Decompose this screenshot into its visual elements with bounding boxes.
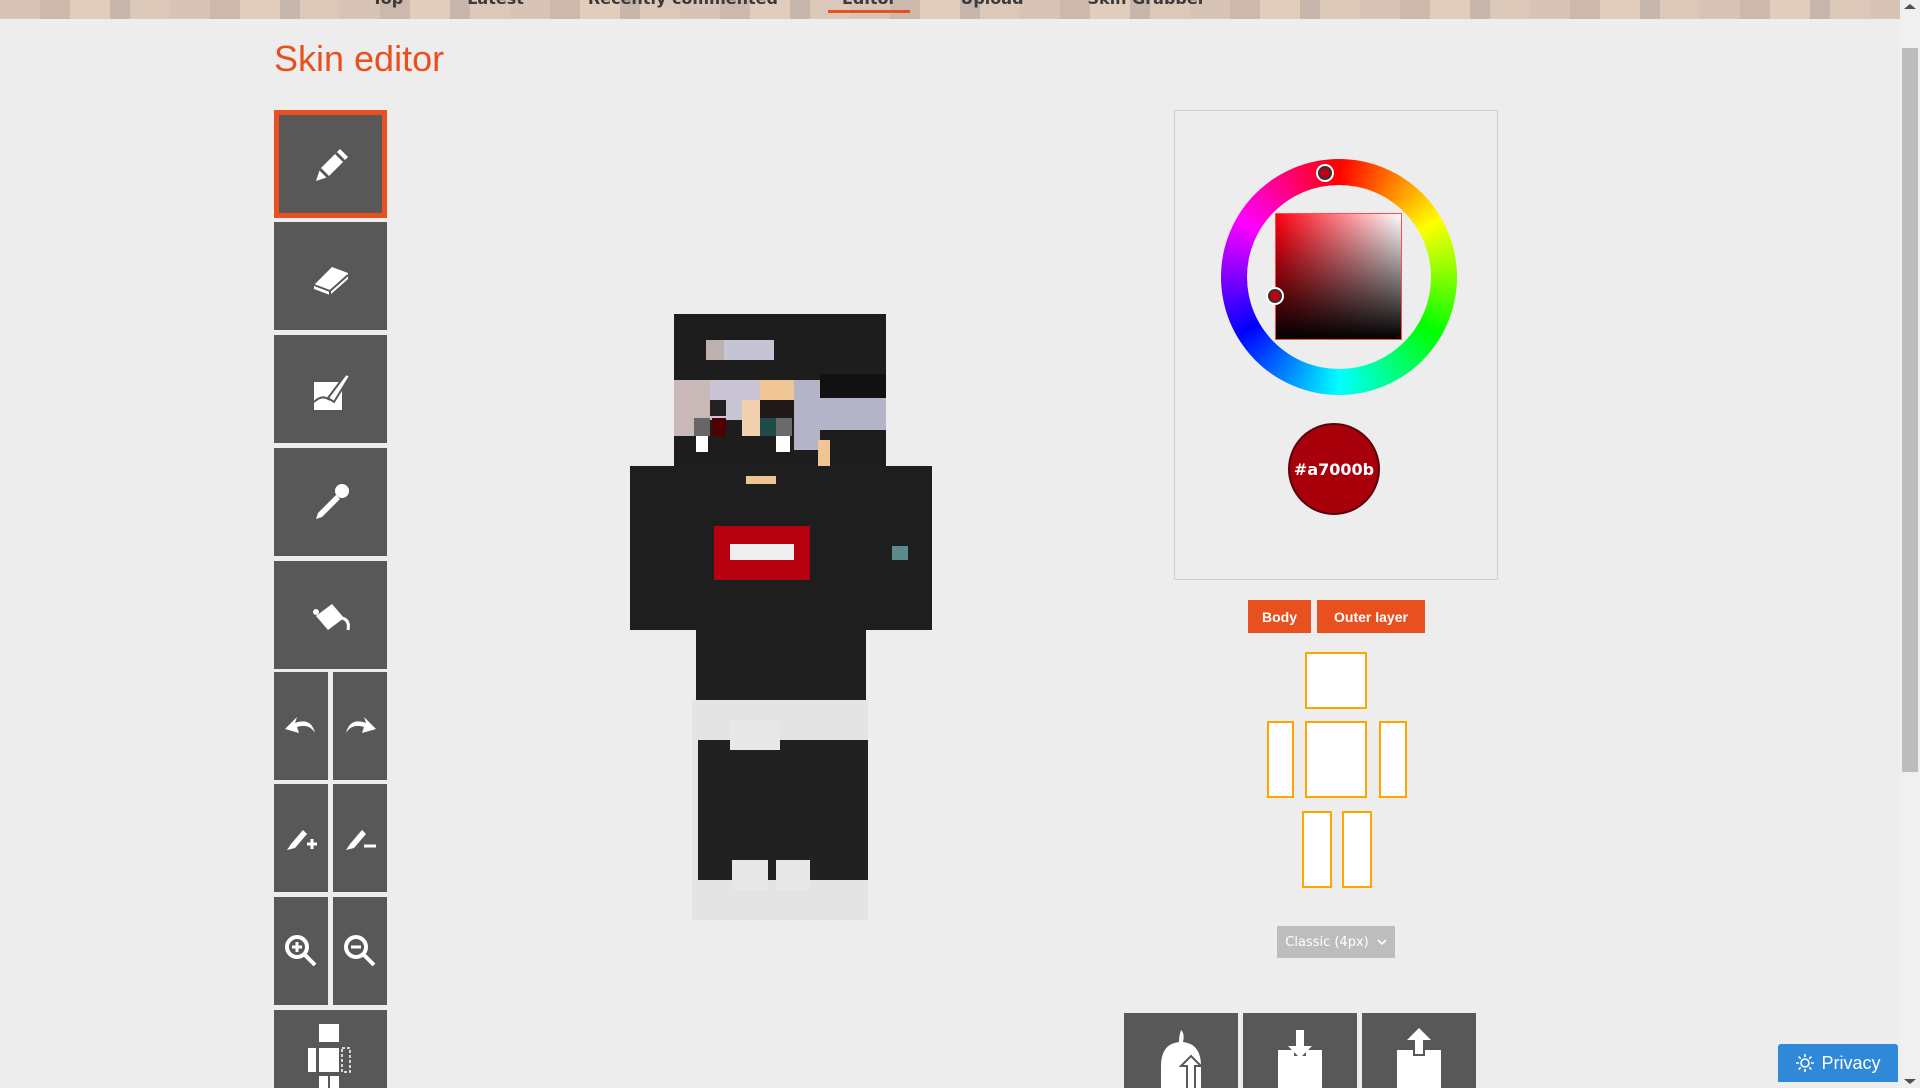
upload-icon — [1397, 1028, 1441, 1088]
outer-layer-button[interactable]: Outer layer — [1317, 600, 1425, 633]
zoom-out-button[interactable] — [333, 897, 387, 1005]
nav-skin-grabber[interactable]: Skin Grabber — [1056, 0, 1238, 12]
eyedropper-icon — [315, 484, 349, 519]
hue-handle[interactable] — [1318, 166, 1332, 180]
undo-button[interactable] — [274, 672, 328, 780]
body-part-right-leg[interactable] — [1302, 811, 1332, 888]
nav-upload[interactable]: Upload — [928, 0, 1055, 12]
body-part-right-arm[interactable] — [1267, 721, 1294, 798]
upload-button[interactable] — [1362, 1013, 1476, 1088]
body-part-head[interactable] — [1305, 652, 1367, 709]
upload-to-skindex-button[interactable] — [1124, 1013, 1238, 1088]
undo-icon — [285, 717, 315, 733]
pencil-icon — [315, 149, 348, 181]
page-title: Skin editor — [274, 38, 445, 79]
nav-top-label: Top — [372, 0, 403, 8]
zoom-in-button[interactable] — [274, 897, 328, 1005]
nav-editor[interactable]: Editor — [810, 0, 928, 13]
nav-upload-label: Upload — [960, 0, 1023, 8]
darken-button[interactable] — [333, 784, 387, 892]
chevron-down-icon — [1377, 939, 1387, 946]
brush-icon — [312, 372, 351, 410]
body-part-left-arm[interactable] — [1379, 721, 1407, 798]
header-banner: Top Latest Recently commented Editor Upl… — [0, 0, 1900, 19]
nav-editor-label: Editor — [842, 0, 896, 8]
nav-recently-commented-label: Recently commented — [588, 0, 778, 8]
main-nav: Top Latest Recently commented Editor Upl… — [340, 0, 1238, 13]
current-color-hex: #a7000b — [1293, 459, 1375, 479]
download-button[interactable] — [1243, 1013, 1357, 1088]
bucket-fill-tool-button[interactable] — [274, 561, 387, 669]
scroll-up-arrow[interactable] — [1904, 4, 1916, 9]
privacy-label: Privacy — [1821, 1052, 1881, 1073]
toggle-parts-button[interactable] — [274, 1010, 387, 1088]
darken-icon — [346, 830, 376, 850]
upload-to-skindex-icon — [1161, 1030, 1204, 1088]
model-torso — [630, 466, 932, 740]
color-picker-tool-button[interactable] — [274, 448, 387, 556]
pencil-tool-button[interactable] — [274, 110, 387, 218]
brush-tool-button[interactable] — [274, 335, 387, 443]
zoom-in-icon — [285, 935, 317, 967]
zoom-out-icon — [344, 935, 376, 967]
eraser-tool-button[interactable] — [274, 222, 387, 330]
lighten-icon — [287, 830, 317, 850]
body-part-left-leg[interactable] — [1342, 811, 1372, 888]
saturation-handle[interactable] — [1268, 289, 1282, 303]
nav-top[interactable]: Top — [340, 0, 435, 12]
nav-latest-label: Latest — [467, 0, 524, 8]
redo-button[interactable] — [333, 672, 387, 780]
body-layer-button[interactable]: Body — [1248, 600, 1311, 633]
skin-3d-preview[interactable] — [620, 300, 940, 920]
model-legs — [692, 700, 868, 920]
nav-skin-grabber-label: Skin Grabber — [1088, 0, 1206, 8]
nav-latest[interactable]: Latest — [435, 0, 556, 12]
scroll-down-arrow[interactable] — [1904, 1079, 1916, 1084]
gear-icon — [1796, 1054, 1815, 1072]
toggle-parts-icon — [307, 1024, 351, 1088]
body-part-torso[interactable] — [1305, 721, 1367, 798]
saturation-value-square[interactable] — [1275, 213, 1402, 340]
nav-recently-commented[interactable]: Recently commented — [556, 0, 810, 12]
model-type-value: Classic (4px) — [1285, 934, 1369, 950]
current-color-swatch[interactable]: #a7000b — [1288, 423, 1380, 515]
lighten-button[interactable] — [274, 784, 328, 892]
download-icon — [1278, 1030, 1322, 1088]
scroll-thumb[interactable] — [1902, 48, 1918, 772]
redo-icon — [346, 717, 376, 733]
color-picker-panel: #a7000b — [1174, 110, 1498, 580]
model-type-select[interactable]: Classic (4px) — [1277, 926, 1395, 958]
paint-bucket-icon — [312, 604, 350, 631]
privacy-button[interactable]: Privacy — [1778, 1044, 1898, 1082]
page-scrollbar[interactable] — [1900, 0, 1920, 1088]
model-head — [674, 314, 886, 470]
eraser-icon — [313, 267, 349, 295]
